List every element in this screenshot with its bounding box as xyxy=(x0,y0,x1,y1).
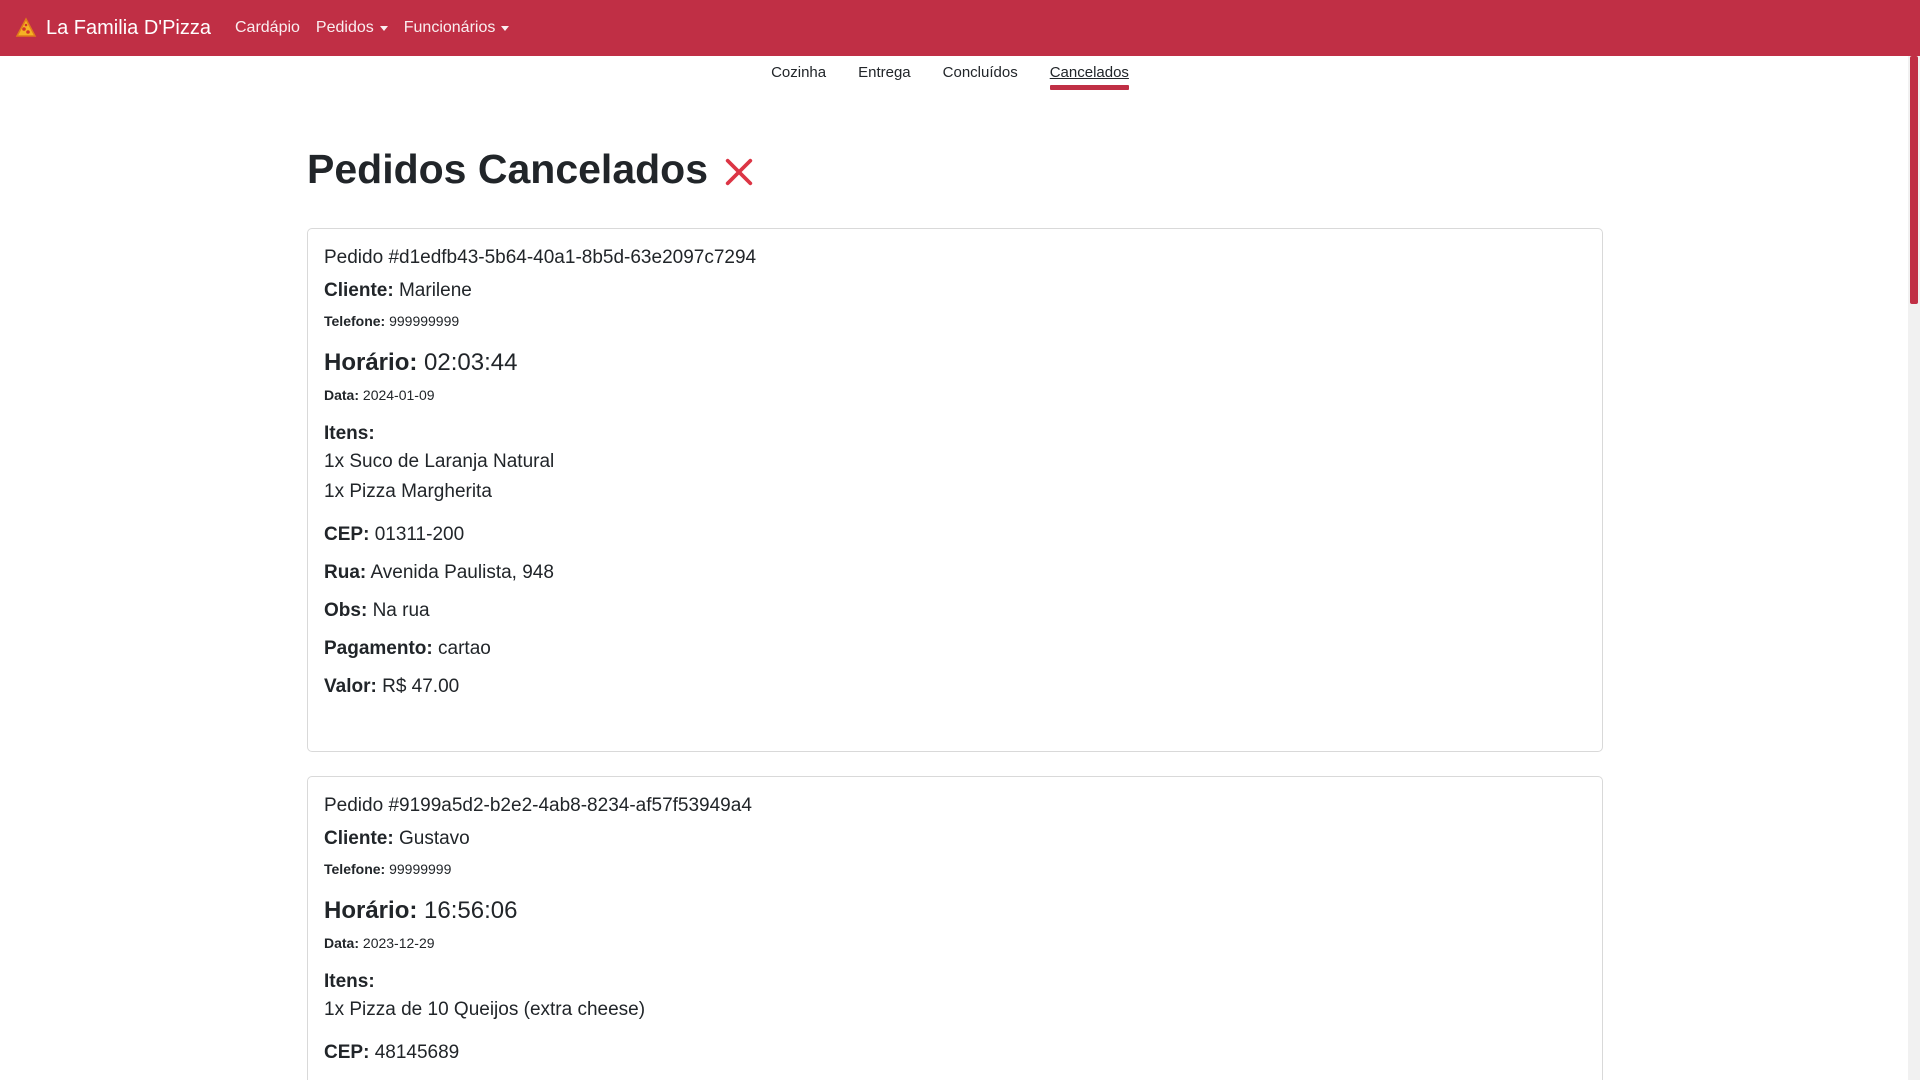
brand-name: La Familia D'Pizza xyxy=(46,16,211,39)
order-cep: CEP: 01311-200 xyxy=(324,523,1586,547)
cliente-value: Gustavo xyxy=(398,828,470,849)
nav-funcionarios-label: Funcionários xyxy=(403,19,496,36)
order-card: Pedido #d1edfb43-5b64-40a1-8b5d-63e2097c… xyxy=(307,228,1603,752)
order-valor: Valor: R$ 47.00 xyxy=(324,675,1586,699)
x-icon xyxy=(725,158,753,185)
list-item: 1x Pizza Margherita xyxy=(324,481,492,502)
nav-cardapio[interactable]: Cardápio xyxy=(235,19,300,37)
nav-pedidos-dropdown[interactable]: Pedidos xyxy=(316,19,388,37)
data-value: 2024-01-09 xyxy=(362,387,435,403)
obs-value: Na rua xyxy=(372,600,430,621)
cep-value: 48145689 xyxy=(374,1042,460,1063)
order-data: Data: 2023-12-29 xyxy=(324,935,1586,951)
tab-concluidos[interactable]: Concluídos xyxy=(943,64,1018,87)
horario-label: Horário: xyxy=(324,897,418,924)
order-data: Data: 2024-01-09 xyxy=(324,387,1586,403)
order-status-tabs: Cozinha Entrega Concluídos Cancelados xyxy=(0,64,1900,90)
tab-cozinha[interactable]: Cozinha xyxy=(771,64,826,87)
cliente-value: Marilene xyxy=(398,280,472,301)
nav-cardapio-label: Cardápio xyxy=(234,19,300,36)
navbar: La Familia D'Pizza Cardápio Pedidos Func… xyxy=(0,0,1920,56)
order-cep: CEP: 48145689 xyxy=(324,1041,1586,1065)
telefone-value: 999999999 xyxy=(389,313,460,329)
pizza-icon xyxy=(15,17,37,37)
order-cliente: Cliente: Gustavo xyxy=(324,827,1586,851)
order-rua: Rua: Avenida Paulista, 948 xyxy=(324,561,1586,585)
tab-cancelados[interactable]: Cancelados xyxy=(1049,64,1130,90)
page-title-row: Pedidos Cancelados xyxy=(307,146,756,193)
cliente-label: Cliente: xyxy=(324,280,394,301)
chevron-down-icon xyxy=(379,25,388,31)
chevron-down-icon xyxy=(501,25,510,31)
horario-value: 16:56:06 xyxy=(424,897,518,924)
order-pagamento: Pagamento: cartao xyxy=(324,637,1586,661)
itens-label: Itens: xyxy=(324,423,375,444)
order-telefone: Telefone: 999999999 xyxy=(324,313,1586,329)
order-items: 1x Suco de Laranja Natural 1x Pizza Marg… xyxy=(324,447,1586,507)
valor-value: R$ 47.00 xyxy=(382,676,460,697)
order-obs: Obs: Na rua xyxy=(324,599,1586,623)
cep-label: CEP: xyxy=(324,524,370,545)
page-title: Pedidos Cancelados xyxy=(307,146,709,192)
obs-label: Obs: xyxy=(324,600,368,621)
valor-label: Valor: xyxy=(324,676,377,697)
order-cliente: Cliente: Marilene xyxy=(324,279,1586,303)
cep-value: 01311-200 xyxy=(374,524,465,545)
scrollbar-thumb[interactable] xyxy=(1910,56,1918,304)
order-id: Pedido #9199a5d2-b2e2-4ab8-8234-af57f539… xyxy=(324,795,752,816)
nav-pedidos-label: Pedidos xyxy=(315,19,374,36)
order-telefone: Telefone: 99999999 xyxy=(324,861,1586,877)
pagamento-value: cartao xyxy=(438,638,491,659)
list-item: 1x Pizza de 10 Queijos (extra cheese) xyxy=(324,999,646,1020)
horario-value: 02:03:44 xyxy=(424,349,518,376)
rua-value: Avenida Paulista, 948 xyxy=(370,562,554,583)
telefone-label: Telefone: xyxy=(324,313,386,329)
nav-funcionarios-dropdown[interactable]: Funcionários xyxy=(404,19,510,37)
data-label: Data: xyxy=(324,387,360,403)
itens-label: Itens: xyxy=(324,971,375,992)
order-horario: Horário: 02:03:44 xyxy=(324,349,1586,377)
order-horario: Horário: 16:56:06 xyxy=(324,897,1586,925)
order-id: Pedido #d1edfb43-5b64-40a1-8b5d-63e2097c… xyxy=(324,247,757,268)
data-label: Data: xyxy=(324,935,360,951)
pagamento-label: Pagamento: xyxy=(324,638,433,659)
tab-entrega[interactable]: Entrega xyxy=(858,64,911,87)
brand-link[interactable]: La Familia D'Pizza xyxy=(14,16,211,40)
order-card: Pedido #9199a5d2-b2e2-4ab8-8234-af57f539… xyxy=(307,776,1603,1080)
order-items: 1x Pizza de 10 Queijos (extra cheese) xyxy=(324,995,1586,1025)
list-item: 1x Suco de Laranja Natural xyxy=(324,451,555,472)
telefone-value: 99999999 xyxy=(389,861,452,877)
cliente-label: Cliente: xyxy=(324,828,394,849)
horario-label: Horário: xyxy=(324,349,418,376)
data-value: 2023-12-29 xyxy=(362,935,435,951)
cep-label: CEP: xyxy=(324,1042,370,1063)
telefone-label: Telefone: xyxy=(324,861,386,877)
rua-label: Rua: xyxy=(324,562,367,583)
